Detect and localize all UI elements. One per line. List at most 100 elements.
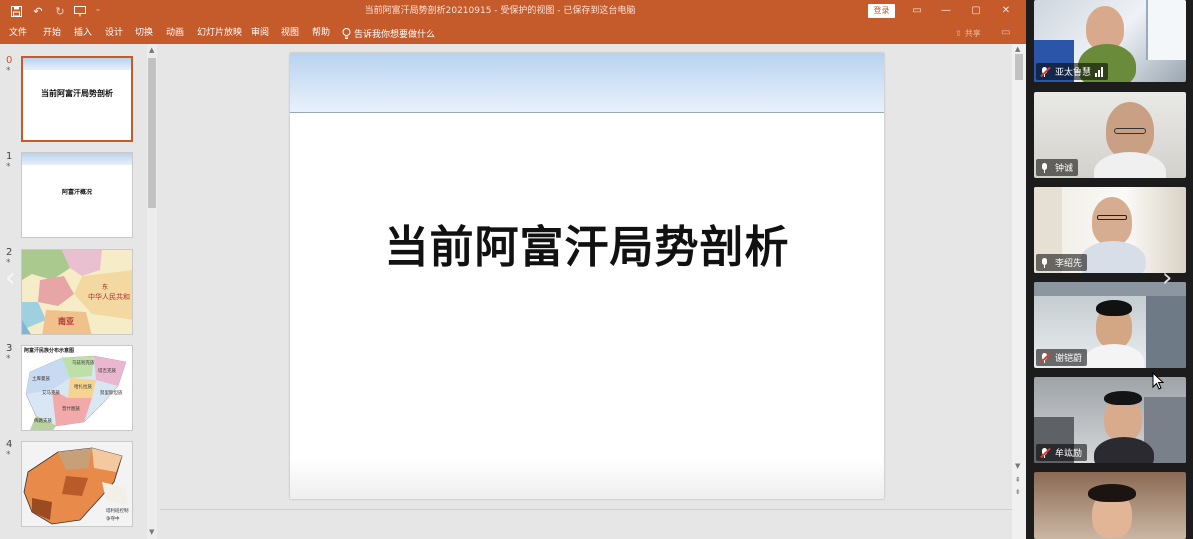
thumb-title: 当前阿富汗局势剖析 — [41, 89, 113, 98]
tab-animations[interactable]: 动画 — [166, 22, 184, 44]
share-button[interactable]: ⇪ 共享 — [955, 22, 981, 44]
share-icon: ⇪ — [955, 28, 962, 38]
tell-me-label: 告诉我你想要做什么 — [354, 29, 436, 40]
tab-design[interactable]: 设计 — [105, 22, 123, 44]
map-label: 中华人民共和 — [88, 293, 130, 301]
participant-name: 亚太鲁慧 — [1055, 68, 1092, 78]
participant-tile[interactable]: 谢铠蔚 — [1034, 282, 1186, 368]
thumb-number: 4 — [6, 439, 13, 450]
comment-icon[interactable]: ▭ — [1001, 27, 1010, 38]
map-label: 俾路支族 — [34, 419, 52, 424]
star-icon: * — [6, 66, 11, 76]
participant-name: 李绍先 — [1055, 259, 1083, 269]
present-icon[interactable] — [72, 0, 88, 22]
chevron-left-icon[interactable]: ‹ — [5, 263, 15, 293]
next-slide-icon[interactable]: ⇟ — [1015, 488, 1021, 496]
tab-file[interactable]: 文件 — [9, 22, 27, 44]
mic-muted-icon — [1039, 352, 1051, 364]
previous-slide-icon[interactable]: ⇞ — [1015, 476, 1021, 484]
map-label: 艾马克族 — [42, 391, 60, 396]
map-label: 土库曼族 — [32, 377, 50, 382]
participant-name: 钟诚 — [1055, 164, 1074, 174]
map-label: 哈扎拉族 — [74, 385, 92, 390]
slide-thumbnail[interactable]: 阿富汗民族分布示意图 乌兹别克族 塔吉克族 哈扎拉族 普什图族 俾路支族 土库曼… — [21, 345, 133, 431]
slide-scrollbar[interactable]: ▲ ▼ ⇞ ⇟ — [1012, 44, 1026, 539]
participant-label: 亚太鲁慧 — [1036, 63, 1109, 80]
thumb-title: 阿富汗概况 — [61, 189, 92, 196]
mic-muted-icon — [1039, 447, 1051, 459]
ribbon-display-icon[interactable]: ▭ — [903, 0, 931, 22]
scroll-thumb[interactable] — [148, 58, 156, 208]
star-icon: * — [6, 354, 11, 364]
star-icon: * — [6, 450, 11, 460]
mic-icon — [1039, 257, 1051, 269]
title-bar: ↶ ↻ ⁼ 当前阿富汗局势剖析20210915 - 受保护的视图 - 已保存到这… — [0, 0, 1026, 22]
slide-editor: 当前阿富汗局势剖析 — [160, 44, 1012, 539]
participant-tile[interactable] — [1034, 472, 1186, 539]
thumb-title: 阿富汗民族分布示意图 — [24, 348, 75, 354]
participant-tile[interactable]: 钟诚 — [1034, 92, 1186, 178]
tab-insert[interactable]: 插入 — [74, 22, 92, 44]
slide-header-band — [290, 53, 884, 113]
map-label: 普什图族 — [62, 407, 80, 412]
lightbulb-icon — [342, 27, 351, 39]
minimize-icon[interactable]: — — [932, 0, 960, 22]
participant-name: 谢铠蔚 — [1055, 354, 1083, 364]
scroll-down-icon[interactable]: ▼ — [1015, 462, 1020, 470]
tab-view[interactable]: 视图 — [281, 22, 299, 44]
participant-tile[interactable]: 亚太鲁慧 — [1034, 0, 1186, 82]
undo-icon[interactable]: ↶ — [29, 0, 47, 22]
scroll-thumb[interactable] — [1015, 54, 1023, 80]
thumb-number: 2 — [6, 247, 13, 258]
current-slide[interactable]: 当前阿富汗局势剖析 — [290, 53, 884, 499]
slide-thumbnail[interactable]: 阿富汗概况 — [21, 152, 133, 238]
participant-label: 谢铠蔚 — [1036, 349, 1088, 366]
map-label: 争夺中 — [106, 517, 120, 522]
window-title: 当前阿富汗局势剖析20210915 - 受保护的视图 - 已保存到这台电脑 — [364, 6, 636, 16]
participant-tile[interactable]: 李绍先 — [1034, 187, 1186, 273]
map-label: 塔利班控制 — [106, 509, 129, 514]
mouse-cursor-icon — [1152, 372, 1164, 390]
participant-label: 李绍先 — [1036, 254, 1088, 271]
customize-toolbar-icon[interactable]: ⁼ — [93, 0, 103, 22]
participant-name: 牟竑励 — [1055, 449, 1083, 459]
slide-thumbnail[interactable]: 塔利班控制 争夺中 — [21, 441, 133, 527]
notes-divider — [160, 509, 1012, 510]
close-icon[interactable]: ✕ — [992, 0, 1020, 22]
map-label: 塔吉克族 — [98, 369, 116, 374]
maximize-icon[interactable]: ▢ — [962, 0, 990, 22]
screen: ↶ ↻ ⁼ 当前阿富汗局势剖析20210915 - 受保护的视图 - 已保存到这… — [0, 0, 1193, 539]
map-label: 南亚 — [58, 317, 74, 326]
tab-help[interactable]: 帮助 — [312, 22, 330, 44]
thumb-number: 0 — [6, 55, 13, 66]
slide-title[interactable]: 当前阿富汗局势剖析 — [290, 211, 884, 275]
slide-footer-band — [290, 459, 884, 499]
scroll-down-icon[interactable]: ▼ — [149, 528, 154, 536]
scroll-up-icon[interactable]: ▲ — [1015, 45, 1020, 53]
participant-label: 钟诚 — [1036, 159, 1079, 176]
tab-review[interactable]: 审阅 — [251, 22, 269, 44]
ribbon-tabs: 文件 开始 插入 设计 切换 动画 幻灯片放映 审阅 视图 帮助 告诉我你想要做… — [0, 22, 1026, 44]
map-label: 乌兹别克族 — [72, 361, 95, 366]
save-icon[interactable] — [8, 0, 24, 22]
tell-me-search[interactable]: 告诉我你想要做什么 — [342, 22, 435, 44]
mic-icon — [1039, 162, 1051, 174]
thumb-number: 3 — [6, 343, 13, 354]
slide-thumbnail[interactable]: 当前阿富汗局势剖析 — [21, 56, 133, 142]
map-label: 东 — [102, 284, 109, 291]
tab-slideshow[interactable]: 幻灯片放映 — [197, 22, 242, 44]
map-label: 努里斯坦族 — [100, 391, 123, 396]
participant-label: 牟竑励 — [1036, 444, 1088, 461]
redo-icon[interactable]: ↻ — [52, 0, 68, 22]
slide-thumbnail[interactable]: 中华人民共和 南亚 东 — [21, 249, 133, 335]
map-graphic — [22, 442, 132, 526]
tab-home[interactable]: 开始 — [43, 22, 61, 44]
login-button[interactable]: 登录 — [868, 4, 895, 18]
share-label: 共享 — [964, 28, 981, 38]
thumb-number: 1 — [6, 151, 13, 162]
star-icon: * — [6, 162, 11, 172]
thumbnail-scrollbar[interactable]: ▲ ▼ — [147, 44, 157, 539]
tab-transitions[interactable]: 切换 — [135, 22, 153, 44]
scroll-up-icon[interactable]: ▲ — [149, 46, 154, 54]
chevron-right-icon[interactable]: › — [1162, 263, 1172, 293]
